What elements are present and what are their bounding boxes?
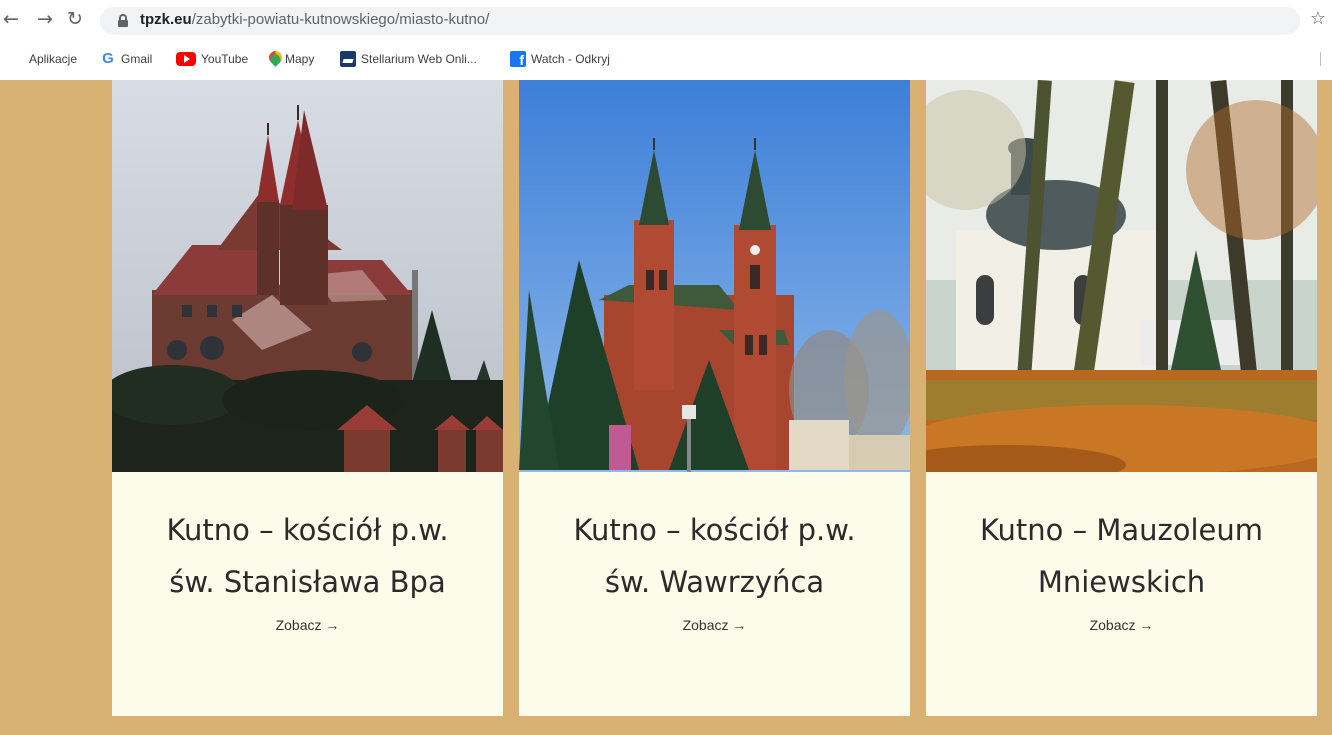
card-title-line1: Kutno – kościół p.w. — [166, 513, 449, 547]
zobacz-link[interactable]: Zobacz → — [926, 617, 1317, 633]
bookmark-gmail[interactable]: G Gmail — [100, 50, 152, 68]
card-stanislaw-church[interactable]: Kutno – kościół p.w. św. Stanisława Bpa … — [112, 80, 503, 716]
bookmarks-bar: Aplikacje G Gmail YouTube Mapy Stellariu… — [0, 44, 1332, 74]
other-bookmarks-icon[interactable] — [1320, 52, 1330, 66]
reload-icon[interactable]: ↻ — [64, 8, 86, 30]
card-title-line2: św. Stanisława Bpa — [169, 565, 446, 599]
lock-icon[interactable] — [118, 14, 128, 27]
bookmark-star-icon[interactable]: ☆ — [1310, 8, 1326, 29]
bookmark-label: Aplikacje — [29, 52, 78, 66]
zobacz-link[interactable]: Zobacz → — [519, 617, 910, 633]
bookmark-apps[interactable]: Aplikacje — [8, 50, 77, 68]
card-title-line2: Mniewskich — [1037, 565, 1206, 599]
card-wawrzyniec-church[interactable]: Kutno – kościół p.w. św. Wawrzyńca Zobac… — [519, 80, 910, 716]
google-icon: G — [102, 50, 114, 67]
card-title[interactable]: Kutno – kościół p.w. św. Wawrzyńca — [519, 504, 910, 608]
bookmark-watch[interactable]: f Watch - Odkryj — [510, 50, 610, 68]
maps-pin-icon — [268, 51, 280, 67]
address-bar[interactable]: tpzk.eu/zabytki-powiatu-kutnowskiego/mia… — [100, 7, 1300, 35]
url-host: tpzk.eu — [140, 11, 192, 28]
browser-toolbar: ← → ↻ tpzk.eu/zabytki-powiatu-kutnowskie… — [0, 0, 1332, 40]
bookmark-label: Stellarium Web Onli... — [361, 52, 477, 66]
bookmark-youtube[interactable]: YouTube — [176, 50, 248, 68]
page-content: Kutno – kościół p.w. św. Stanisława Bpa … — [0, 80, 1332, 735]
back-arrow-icon[interactable]: ← — [0, 8, 22, 30]
zobacz-link[interactable]: Zobacz → — [112, 617, 503, 633]
card-title-line1: Kutno – Mauzoleum — [979, 513, 1264, 547]
bookmark-label: Watch - Odkryj — [531, 52, 610, 66]
church-photo[interactable] — [112, 80, 503, 472]
bookmark-label: YouTube — [201, 52, 249, 66]
youtube-icon — [176, 52, 196, 66]
card-title-line2: św. Wawrzyńca — [604, 565, 825, 599]
bookmark-maps[interactable]: Mapy — [268, 50, 314, 68]
card-title[interactable]: Kutno – Mauzoleum Mniewskich — [926, 504, 1317, 608]
card-mniewski-mausoleum[interactable]: Kutno – Mauzoleum Mniewskich Zobacz → — [926, 80, 1317, 716]
card-title-line1: Kutno – kościół p.w. — [573, 513, 856, 547]
apps-grid-icon — [8, 51, 24, 67]
church-photo[interactable] — [519, 80, 910, 472]
bookmark-label: Gmail — [121, 52, 153, 66]
mausoleum-photo[interactable] — [926, 80, 1317, 472]
stellarium-icon — [340, 51, 356, 67]
facebook-icon: f — [510, 51, 526, 68]
url-text[interactable]: tpzk.eu/zabytki-powiatu-kutnowskiego/mia… — [140, 11, 489, 28]
url-path: /zabytki-powiatu-kutnowskiego/miasto-kut… — [191, 11, 490, 28]
card-title[interactable]: Kutno – kościół p.w. św. Stanisława Bpa — [112, 504, 503, 608]
bookmark-stellarium[interactable]: Stellarium Web Onli... — [340, 50, 477, 68]
bookmark-label: Mapy — [285, 52, 315, 66]
forward-arrow-icon[interactable]: → — [34, 8, 56, 30]
